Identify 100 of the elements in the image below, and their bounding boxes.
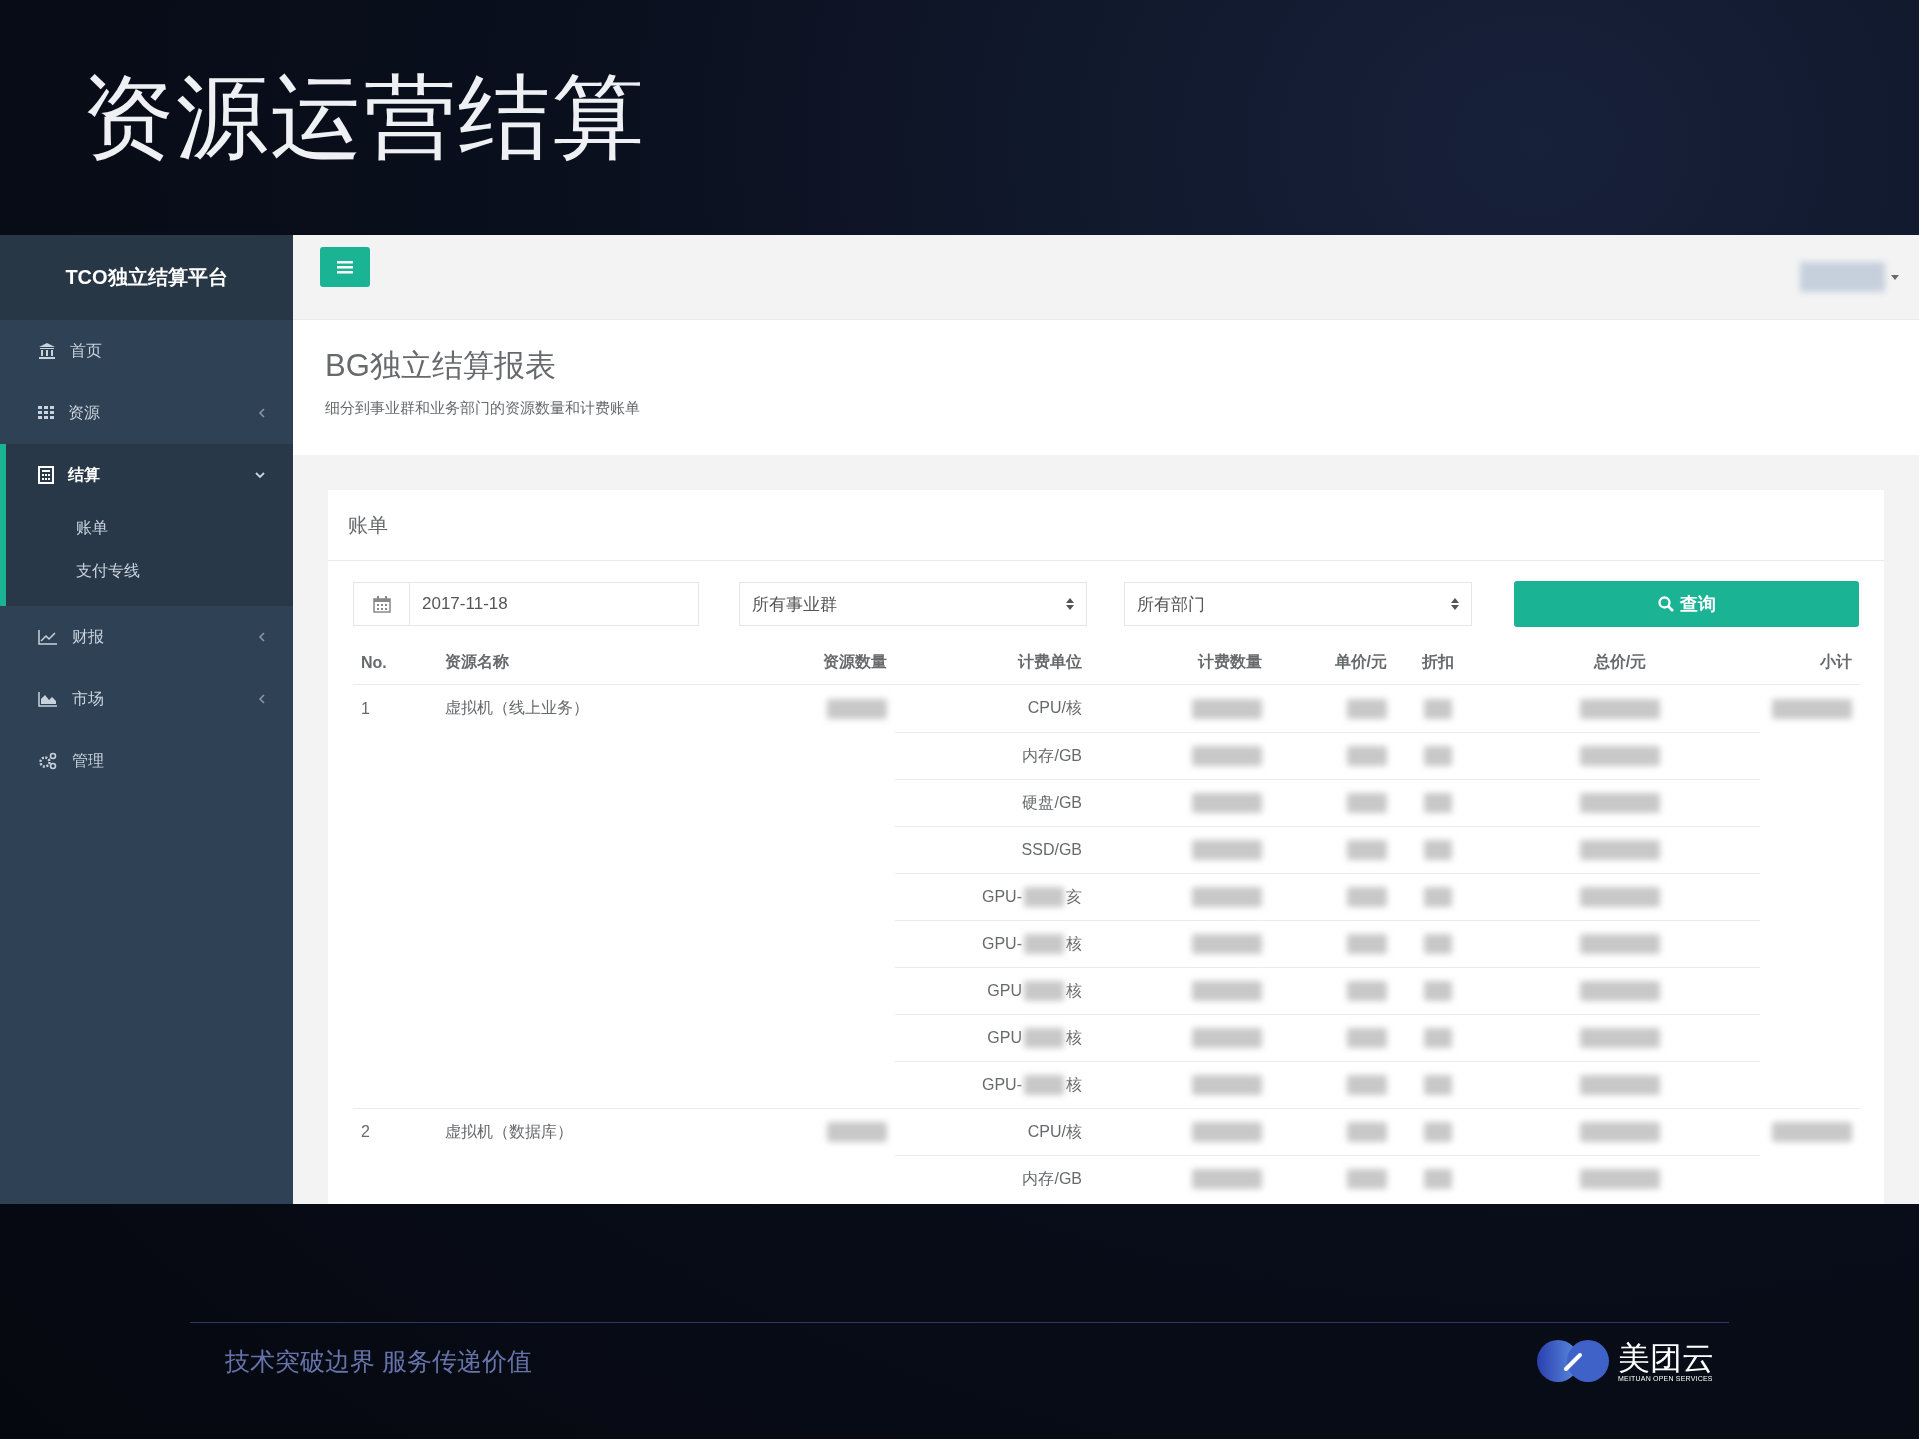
billing-unit: SSD/GB [1021, 841, 1082, 859]
logo-name: 美团云 [1618, 1340, 1714, 1375]
column-header: 单价/元 [1334, 652, 1387, 672]
blurred-value [1423, 1028, 1452, 1048]
column-header: 折扣 [1421, 652, 1454, 672]
grid-icon [38, 406, 54, 420]
blurred-value [827, 698, 887, 719]
menu-icon [337, 260, 353, 274]
column-header: 计费数量 [1198, 652, 1262, 672]
sidebar-item[interactable]: 市场 [0, 668, 293, 730]
app-brand: TCO独立结算平台 [65, 265, 228, 290]
billing-unit: 核 [1066, 1027, 1082, 1048]
blurred-value [1347, 746, 1387, 766]
logo-icon [1536, 1339, 1610, 1383]
resource-name: 虚拟机（线上业务） [445, 698, 589, 718]
chevron-left-icon [258, 694, 265, 704]
blurred-value [1192, 981, 1262, 1001]
blurred-value [1192, 1122, 1262, 1142]
row-number: 2 [361, 1123, 370, 1141]
blurred-value [1024, 1075, 1064, 1095]
sidebar-item[interactable]: 结算 [0, 444, 293, 506]
billing-unit: GPU- [982, 888, 1022, 906]
card-title: 账单 [348, 512, 388, 538]
area-chart-icon [38, 691, 58, 707]
blurred-value [1423, 1169, 1452, 1189]
billing-unit: GPU [987, 1029, 1022, 1047]
page-title: BG独立结算报表 [325, 347, 557, 385]
sort-arrows-icon [1451, 597, 1459, 611]
column-header: No. [361, 653, 387, 672]
blurred-value [1192, 934, 1262, 954]
blurred-value [1347, 887, 1387, 907]
sidebar-item[interactable]: 财报 [0, 606, 293, 668]
page-subtitle: 细分到事业群和业务部门的资源数量和计费账单 [325, 399, 641, 418]
blurred-value [1347, 1169, 1387, 1189]
blurred-value [1423, 887, 1452, 907]
column-header: 计费单位 [1018, 652, 1082, 672]
column-header: 资源数量 [823, 652, 887, 672]
blurred-value [1024, 981, 1064, 1001]
calculator-icon [38, 466, 54, 484]
billing-unit: 核 [1066, 933, 1082, 954]
billing-unit: 硬盘/GB [1022, 792, 1082, 813]
billing-unit: 亥 [1066, 886, 1082, 907]
blurred-value [1192, 1075, 1262, 1095]
bank-icon [38, 343, 56, 359]
resource-name: 虚拟机（数据库） [445, 1121, 573, 1142]
blurred-value [827, 1122, 887, 1142]
sidebar-item[interactable]: 管理 [0, 730, 293, 792]
blurred-value [1423, 698, 1452, 719]
billing-unit: CPU/核 [1027, 698, 1082, 718]
blurred-value [1347, 981, 1387, 1001]
search-icon [1657, 596, 1674, 612]
column-header: 小计 [1820, 652, 1852, 672]
chevron-left-icon [258, 408, 265, 418]
chevron-down-icon [255, 471, 265, 479]
submenu-item[interactable]: 支付专线 [6, 549, 293, 592]
blurred-value [1192, 746, 1262, 766]
blurred-value [1423, 981, 1452, 1001]
blurred-value [1024, 1028, 1064, 1048]
billing-unit: GPU- [982, 1076, 1022, 1094]
billing-unit: 内存/GB [1022, 745, 1082, 766]
blurred-value [1347, 840, 1387, 860]
blurred-value [1423, 840, 1452, 860]
business-group-select[interactable]: 所有事业群 [738, 582, 1087, 626]
billing-unit: GPU [987, 982, 1022, 1000]
row-number: 1 [361, 699, 370, 718]
date-picker[interactable]: 2017-11-18 [353, 582, 699, 626]
chevron-left-icon [258, 632, 265, 642]
column-header: 资源名称 [445, 652, 509, 672]
blurred-value [1192, 1028, 1262, 1048]
calendar-icon [372, 595, 391, 613]
caret-icon [1891, 274, 1899, 280]
submenu-item[interactable]: 账单 [6, 506, 293, 549]
blurred-value [1347, 934, 1387, 954]
blurred-value [1192, 840, 1262, 860]
blurred-value [1347, 698, 1387, 719]
column-header: 总价/元 [1593, 652, 1647, 672]
date-field[interactable]: 2017-11-18 [410, 583, 698, 625]
blurred-value [1423, 793, 1452, 813]
footer-slogan: 技术突破边界 服务传递价值 [225, 1345, 532, 1377]
blurred-value [1423, 934, 1452, 954]
billing-unit: GPU- [982, 935, 1022, 953]
gears-icon [38, 752, 58, 770]
sidebar-item[interactable]: 资源 [0, 382, 293, 444]
billing-unit: CPU/核 [1027, 1121, 1082, 1142]
blurred-value [1192, 1169, 1262, 1189]
blurred-value [1423, 1075, 1452, 1095]
blurred-value [1347, 1122, 1387, 1142]
blurred-value [1347, 793, 1387, 813]
line-chart-icon [38, 629, 58, 645]
billing-unit: 内存/GB [1022, 1168, 1082, 1189]
department-select[interactable]: 所有部门 [1123, 582, 1472, 626]
blurred-value [1192, 698, 1262, 719]
blurred-value [1423, 1122, 1452, 1142]
billing-unit: 核 [1066, 980, 1082, 1001]
blurred-value [1347, 1028, 1387, 1048]
blurred-value [1423, 746, 1452, 766]
blurred-value [1024, 934, 1064, 954]
blurred-value [1192, 887, 1262, 907]
menu-toggle-button[interactable] [320, 247, 370, 287]
sidebar-item[interactable]: 首页 [0, 320, 293, 382]
